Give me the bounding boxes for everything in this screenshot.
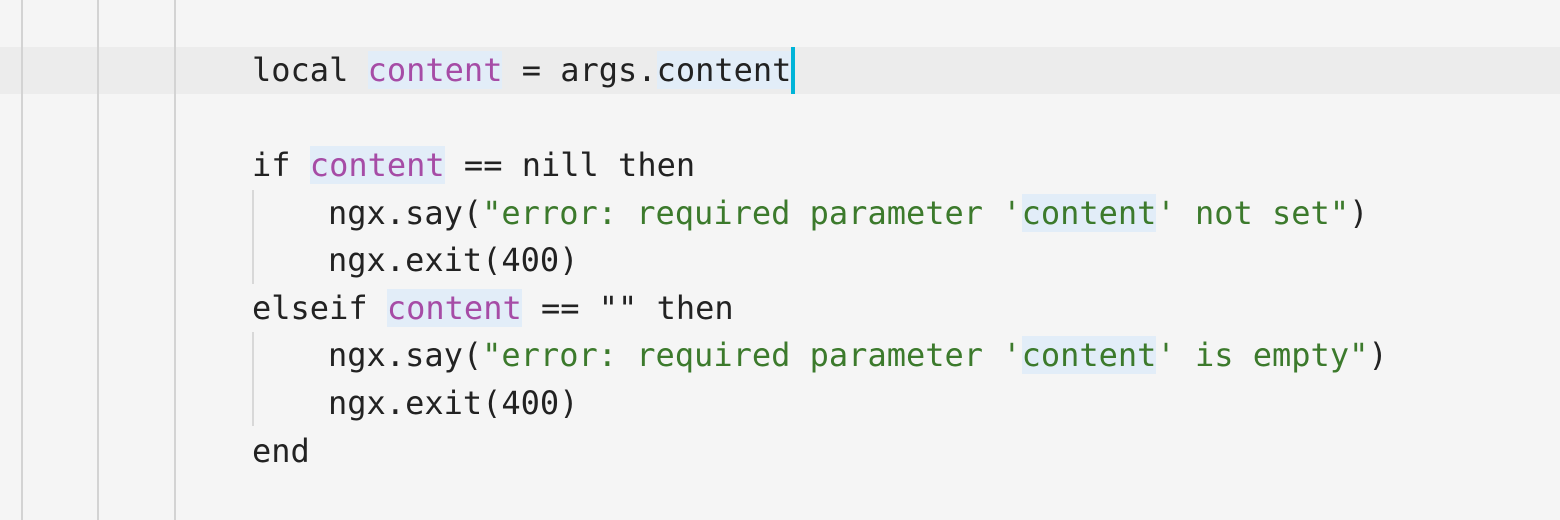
- string-literal-highlight: content: [1021, 336, 1157, 374]
- keyword-if: if: [252, 146, 310, 184]
- code-line-6[interactable]: elseif content == "" then: [252, 285, 734, 332]
- block-indent-guide: [252, 332, 254, 426]
- indent-guide: [21, 0, 23, 520]
- code-editor[interactable]: local content = args.content if content …: [0, 0, 1560, 520]
- code-line-1[interactable]: local content = args.content: [252, 47, 796, 94]
- code-text: ngx.say(: [328, 336, 483, 374]
- block-indent-guide: [252, 190, 254, 284]
- code-line-5[interactable]: ngx.exit(400): [328, 237, 578, 284]
- string-literal: ' not set": [1156, 194, 1350, 232]
- code-text: ngx.say(: [328, 194, 483, 232]
- string-literal: "error: required parameter ': [482, 336, 1022, 374]
- keyword-elseif: elseif: [252, 289, 387, 327]
- code-line-9[interactable]: end: [252, 428, 310, 475]
- code-text: = args.: [502, 51, 657, 89]
- code-text: ): [1349, 194, 1369, 232]
- string-literal: ' is empty": [1156, 336, 1369, 374]
- code-text: ngx.exit(400): [328, 241, 579, 279]
- variable-content: content: [367, 51, 503, 89]
- code-line-4[interactable]: ngx.say("error: required parameter 'cont…: [328, 190, 1368, 237]
- code-line-8[interactable]: ngx.exit(400): [328, 380, 578, 427]
- indent-guide: [174, 0, 176, 520]
- indent-guide: [97, 0, 99, 520]
- text-cursor: [791, 47, 796, 94]
- code-line-3[interactable]: if content == nill then: [252, 142, 695, 189]
- keyword-local: local: [252, 51, 368, 89]
- code-text: == nill then: [444, 146, 696, 184]
- string-literal: "error: required parameter ': [482, 194, 1022, 232]
- keyword-end: end: [252, 432, 310, 470]
- variable-content: content: [386, 289, 522, 327]
- code-line-7[interactable]: ngx.say("error: required parameter 'cont…: [328, 332, 1388, 379]
- string-literal-highlight: content: [1021, 194, 1157, 232]
- code-text: ngx.exit(400): [328, 384, 579, 422]
- field-content: content: [656, 51, 792, 89]
- code-text: == "" then: [521, 289, 734, 327]
- variable-content: content: [309, 146, 445, 184]
- code-text: ): [1368, 336, 1388, 374]
